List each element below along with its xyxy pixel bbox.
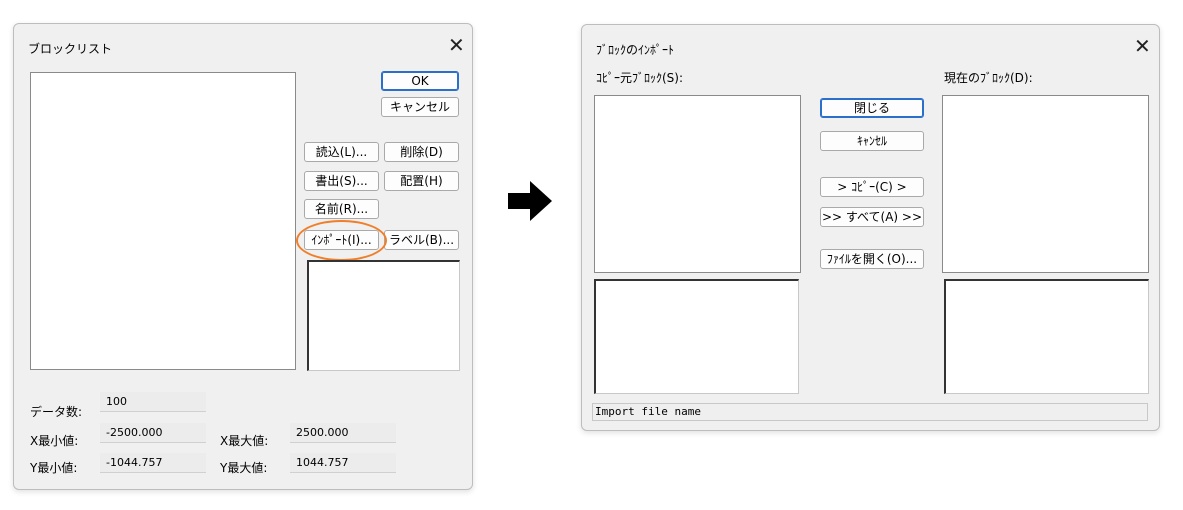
arrow-right-icon (508, 181, 552, 221)
y-min-value: -1044.757 (100, 453, 206, 473)
current-block-preview (944, 279, 1149, 394)
copy-all-button[interactable]: >> すべて(A) >> (820, 207, 924, 227)
import-file-name-status: Import file name (592, 403, 1148, 421)
block-import-dialog: ﾌﾞﾛｯｸのｲﾝﾎﾟｰﾄ ✕ ｺﾋﾟｰ元ﾌﾞﾛｯｸ(S): 現在のﾌﾞﾛｯｸ(D… (581, 24, 1160, 431)
copy-button[interactable]: > ｺﾋﾟｰ(C) > (820, 177, 924, 197)
source-block-preview (594, 279, 799, 394)
data-count-value: 100 (100, 392, 206, 412)
name-button[interactable]: 名前(R)... (304, 199, 379, 219)
close-icon[interactable]: ✕ (448, 35, 465, 55)
y-min-label: Y最小値: (30, 461, 78, 475)
y-max-value: 1044.757 (290, 453, 396, 473)
dialog-title: ﾌﾞﾛｯｸのｲﾝﾎﾟｰﾄ (596, 43, 675, 57)
close-button[interactable]: 閉じる (820, 98, 924, 118)
ok-button[interactable]: OK (381, 71, 459, 91)
close-icon[interactable]: ✕ (1134, 36, 1151, 56)
x-min-value: -2500.000 (100, 423, 206, 443)
x-max-label: X最大値: (220, 434, 269, 448)
write-button[interactable]: 書出(S)... (304, 171, 379, 191)
label-button[interactable]: ラベル(B)... (384, 230, 459, 250)
current-block-list[interactable] (942, 95, 1149, 273)
import-highlight-circle (296, 220, 387, 261)
place-button[interactable]: 配置(H) (384, 171, 459, 191)
block-list-dialog: ブロックリスト ✕ OK キャンセル 読込(L)... 削除(D) 書出(S).… (13, 23, 473, 490)
open-file-button[interactable]: ﾌｧｲﾙを開く(O)... (820, 249, 924, 269)
block-preview (307, 260, 460, 371)
y-max-label: Y最大値: (220, 461, 268, 475)
source-block-list[interactable] (594, 95, 801, 273)
x-min-label: X最小値: (30, 434, 79, 448)
cancel-button[interactable]: キャンセル (381, 97, 459, 117)
load-button[interactable]: 読込(L)... (304, 142, 379, 162)
source-block-label: ｺﾋﾟｰ元ﾌﾞﾛｯｸ(S): (596, 71, 684, 85)
block-listbox[interactable] (30, 72, 296, 370)
x-max-value: 2500.000 (290, 423, 396, 443)
dialog-title: ブロックリスト (28, 42, 113, 56)
data-count-label: データ数: (30, 405, 83, 419)
cancel-button[interactable]: ｷｬﾝｾﾙ (820, 131, 924, 151)
current-block-label: 現在のﾌﾞﾛｯｸ(D): (944, 71, 1033, 85)
delete-button[interactable]: 削除(D) (384, 142, 459, 162)
